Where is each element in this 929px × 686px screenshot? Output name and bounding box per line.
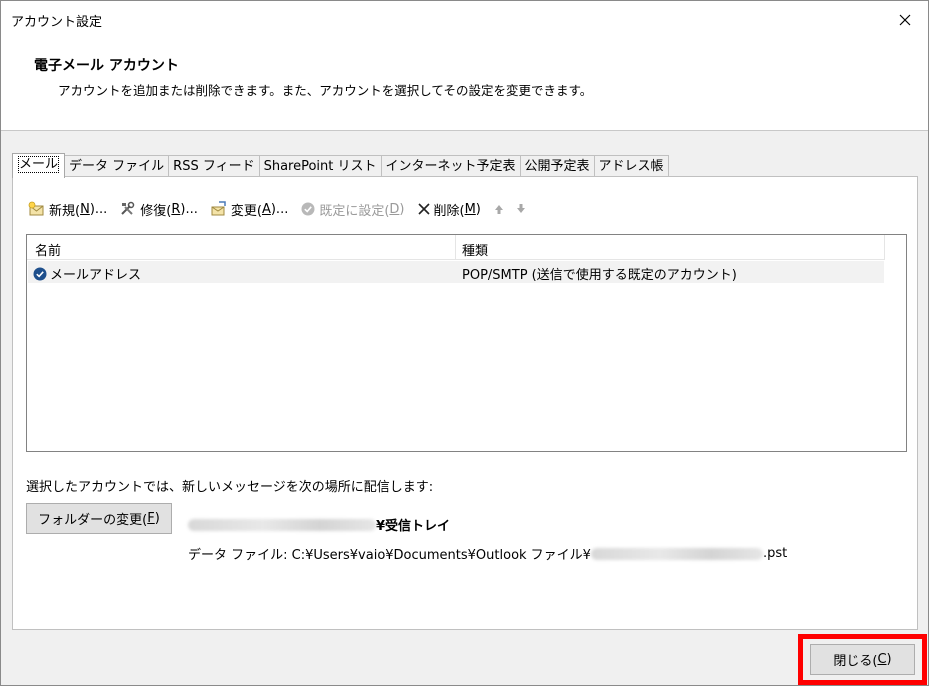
header-title: 電子メール アカウント [34,58,179,74]
account-name-cell: メールアドレス [33,264,141,283]
tab-address-books[interactable]: アドレス帳 [593,155,669,178]
edit-account-icon [211,201,226,216]
delete-x-icon [417,203,430,215]
account-settings-dialog: アカウント設定 電子メール アカウント アカウントを追加または削除できます。また… [0,0,929,686]
account-toolbar: 新規(N)... 修復(R)... 変更(A)... 既定に設定(D)… [28,199,537,219]
window-close-button[interactable] [882,1,928,39]
account-list: 名前 種類 メールアドレス POP/SMTP (送信で使用する既定のアカウント) [26,234,907,452]
new-mail-icon [28,201,44,216]
change-folder-button[interactable]: フォルダーの変更(F) [26,503,172,534]
column-separator[interactable] [455,235,456,260]
mail-tab-panel: 新規(N)... 修復(R)... 変更(A)... 既定に設定(D)… [12,176,918,630]
tools-icon [121,201,135,215]
close-button-highlight: 閉じる(C) [798,634,927,685]
set-default-button[interactable]: 既定に設定(D) [300,200,405,219]
tab-rss-feeds[interactable]: RSS フィード [168,155,260,178]
list-header: 名前 種類 [27,235,885,260]
dialog-header: 電子メール アカウント アカウントを追加または削除できます。また、アカウントを選… [1,39,928,131]
arrow-down-icon [516,204,525,213]
tab-mail[interactable]: メール [12,153,66,178]
redacted-email [590,547,763,560]
close-button[interactable]: 閉じる(C) [810,644,915,675]
column-header-name[interactable]: 名前 [35,240,61,259]
repair-button[interactable]: 修復(R)... [119,200,198,219]
tab-sharepoint-lists[interactable]: SharePoint リスト [258,155,382,178]
window-title: アカウント設定 [11,15,103,30]
tab-published-calendars[interactable]: 公開予定表 [519,155,595,178]
title-bar: アカウント設定 [1,1,928,39]
column-separator[interactable] [884,235,885,260]
move-up-button[interactable] [493,203,505,215]
redacted-email [188,518,376,531]
delivery-folder-path: ¥受信トレイ [188,515,450,534]
tab-strip: メール データ ファイル RSS フィード SharePoint リスト インタ… [12,153,669,178]
delete-button[interactable]: 削除(M) [417,200,481,219]
change-button[interactable]: 変更(A)... [210,200,288,219]
header-description: アカウントを追加または削除できます。また、アカウントを選択してその設定を変更でき… [58,83,593,98]
new-account-button[interactable]: 新規(N)... [28,200,107,219]
default-check-icon [33,267,47,280]
arrow-up-icon [494,205,503,214]
delivery-label: 選択したアカウントでは、新しいメッセージを次の場所に配信します: [26,480,434,495]
account-type-cell: POP/SMTP (送信で使用する既定のアカウント) [462,268,737,283]
check-circle-icon [301,202,315,216]
tab-data-files[interactable]: データ ファイル [64,155,170,178]
move-down-button[interactable] [515,203,527,215]
close-icon [899,14,911,26]
column-header-type[interactable]: 種類 [462,240,488,259]
tab-internet-calendars[interactable]: インターネット予定表 [380,155,521,178]
data-file-path: データ ファイル: C:¥Users¥vaio¥Documents¥Outloo… [188,546,788,563]
table-row[interactable]: メールアドレス POP/SMTP (送信で使用する既定のアカウント) [28,261,884,283]
